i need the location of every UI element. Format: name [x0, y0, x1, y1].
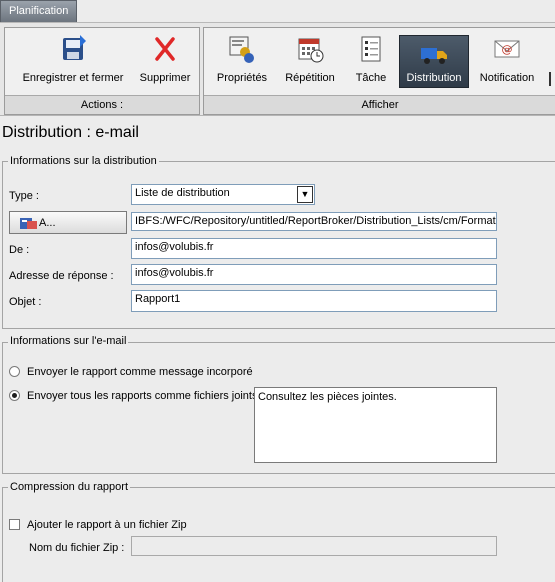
radio-inline-label: Envoyer le rapport comme message incorpo…	[27, 366, 253, 378]
zip-name-label: Nom du fichier Zip :	[29, 542, 125, 554]
overflow-button-partial[interactable]	[549, 72, 555, 86]
type-label: Type :	[9, 190, 39, 202]
to-button-label: A...	[39, 217, 56, 229]
email-body-textarea[interactable]: Consultez les pièces jointes.	[254, 387, 497, 463]
zip-name-field[interactable]	[131, 536, 497, 556]
chevron-down-icon[interactable]: ▼	[297, 186, 313, 203]
delete-button[interactable]: Supprimer	[135, 34, 195, 90]
from-label: De :	[9, 244, 30, 256]
distribution-button[interactable]: Distribution	[399, 35, 469, 88]
reply-to-field[interactable]: infos@volubis.fr	[131, 264, 497, 285]
actions-group: Enregistrer et fermer Supprimer Actions …	[4, 27, 200, 115]
truck-icon	[421, 48, 447, 64]
distribution-label: Distribution	[406, 72, 462, 84]
notification-button[interactable]: @ Notification	[474, 34, 540, 90]
email-info-legend: Informations sur l'e-mail	[8, 335, 129, 347]
properties-button[interactable]: Propriétés	[210, 34, 274, 90]
ribbon-toolbar: Enregistrer et fermer Supprimer Actions …	[0, 23, 555, 116]
radio-attachments-label: Envoyer tous les rapports comme fichiers…	[27, 390, 258, 402]
save-close-button[interactable]: Enregistrer et fermer	[11, 34, 135, 90]
zip-checkbox[interactable]	[9, 519, 20, 530]
subject-label: Objet :	[9, 296, 42, 308]
from-field[interactable]: infos@volubis.fr	[131, 238, 497, 259]
delete-label: Supprimer	[139, 72, 191, 84]
type-select-value: Liste de distribution	[135, 187, 230, 199]
task-label: Tâche	[355, 72, 387, 84]
svg-text:@: @	[502, 43, 513, 56]
tab-bar: Planification	[0, 0, 555, 23]
actions-group-title: Actions :	[5, 95, 199, 114]
reply-to-label: Adresse de réponse :	[9, 270, 114, 282]
save-close-icon	[63, 35, 86, 60]
view-group-title: Afficher	[204, 95, 555, 114]
repetition-label: Répétition	[285, 72, 335, 84]
distribution-info-legend: Informations sur la distribution	[8, 155, 159, 167]
task-list-icon	[361, 36, 381, 62]
page-title: Distribution : e-mail	[2, 124, 139, 141]
save-close-label: Enregistrer et fermer	[22, 72, 124, 84]
to-button[interactable]: A...	[9, 211, 127, 234]
radio-inline-message[interactable]	[9, 366, 20, 377]
zip-checkbox-label: Ajouter le rapport à un fichier Zip	[27, 519, 187, 531]
to-field[interactable]: IBFS:/WFC/Repository/untitled/ReportBrok…	[131, 212, 497, 231]
address-book-icon	[20, 218, 37, 229]
type-select[interactable]: Liste de distribution ▼	[131, 184, 315, 205]
compression-legend: Compression du rapport	[8, 481, 131, 493]
compression-fieldset	[2, 487, 555, 582]
notification-label: Notification	[479, 72, 535, 84]
delete-icon	[155, 37, 175, 61]
subject-field[interactable]: Rapport1	[131, 290, 497, 312]
view-group: Propriétés Répétition Tâche Distribution…	[203, 27, 555, 115]
properties-label: Propriétés	[216, 72, 268, 84]
email-notification-icon: @	[494, 40, 520, 58]
properties-icon	[229, 36, 254, 63]
task-button[interactable]: Tâche	[346, 34, 396, 90]
tab-planification[interactable]: Planification	[0, 0, 78, 22]
radio-attachments[interactable]	[9, 390, 20, 401]
calendar-icon	[298, 38, 324, 63]
repetition-button[interactable]: Répétition	[278, 34, 342, 90]
